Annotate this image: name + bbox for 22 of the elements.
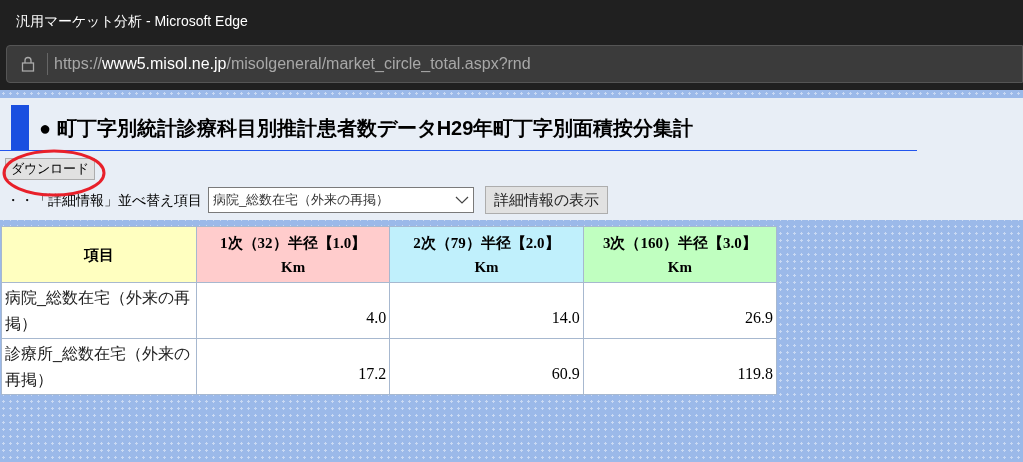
table-cell: 病院_総数在宅（外来の再掲） [1, 282, 197, 339]
chevron-down-icon [455, 196, 469, 204]
table-cell: 119.8 [583, 338, 777, 395]
table-cell: 4.0 [196, 282, 390, 339]
url-text: https://www5.misol.ne.jp/misolgeneral/market_circle_total.aspx?rnd [54, 54, 531, 74]
table-cell: 14.0 [389, 282, 584, 339]
table-cell: 60.9 [389, 338, 584, 395]
sort-select[interactable]: 病院_総数在宅（外来の再掲） [208, 187, 474, 213]
address-bar[interactable]: https://www5.misol.ne.jp/misolgeneral/market_circle_total.aspx?rnd [6, 45, 1023, 83]
column-header: 2次（79）半径【2.0】Km [389, 226, 584, 283]
heading-accent-bar [11, 105, 29, 150]
column-header: 1次（32）半径【1.0】Km [196, 226, 390, 283]
window-title: 汎用マーケット分析 - Microsoft Edge [16, 11, 248, 31]
table-cell: 26.9 [583, 282, 777, 339]
show-details-button[interactable]: 詳細情報の表示 [485, 186, 608, 214]
download-button[interactable]: ダウンロード [5, 157, 95, 180]
column-header: 項目 [1, 226, 197, 283]
table-cell: 17.2 [196, 338, 390, 395]
page-heading: ● 町丁字別統計診療科目別推計患者数データH29年町丁字別面積按分集計 [39, 115, 694, 141]
column-header: 3次（160）半径【3.0】Km [583, 226, 777, 283]
lock-icon[interactable] [21, 56, 35, 72]
table-cell: 診療所_総数在宅（外来の再掲） [1, 338, 197, 395]
